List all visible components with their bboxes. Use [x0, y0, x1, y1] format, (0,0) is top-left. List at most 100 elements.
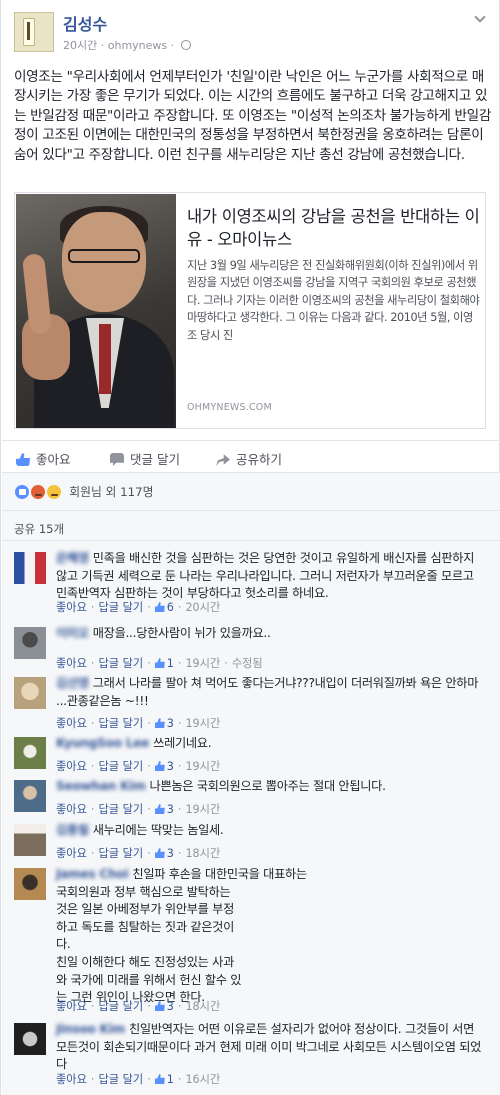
comment-like-count[interactable]: 3	[167, 803, 174, 816]
comment-text: 나쁜놈은 국회의원으로 뽑아주는 절대 안됩니다.	[149, 779, 386, 793]
comment-actions: 좋아요 · 답글 달기 · 3 · 18시간	[56, 847, 221, 860]
comment-like-link[interactable]: 좋아요	[56, 760, 87, 773]
comment-text: 새누리에는 딱맞는 놈일세.	[92, 823, 224, 837]
comment-like-count[interactable]: 1	[167, 657, 174, 670]
comment-like-link[interactable]: 좋아요	[56, 803, 87, 816]
comment-time[interactable]: 18시간	[185, 1000, 220, 1013]
comment-like-count[interactable]: 3	[167, 760, 174, 773]
commenter-avatar[interactable]	[14, 1023, 46, 1055]
commenter-name[interactable]: 이미오	[56, 626, 89, 640]
comment-time[interactable]: 19시간	[185, 760, 220, 773]
comment-time[interactable]: 19시간	[185, 657, 220, 670]
edited-label[interactable]: 수정됨	[232, 657, 263, 670]
comment-time[interactable]: 20시간	[185, 601, 220, 614]
link-description: 지난 3월 9일 새누리당은 전 진실화해위원회(이하 진실위)에서 위원장을 …	[187, 259, 480, 342]
commenter-avatar[interactable]	[14, 780, 46, 812]
commenter-name[interactable]: Jinsoo Kim	[56, 1022, 125, 1036]
comment-like-count[interactable]: 3	[167, 717, 174, 730]
comment-text: 그래서 나라를 팔아 쳐 먹어도 좋다는거냐???내입이 더러워질까봐 욕은 안…	[56, 676, 479, 708]
comment-body: 이미오 매장을...당한사람이 뉘가 있을까요..	[56, 625, 488, 643]
post-source[interactable]: ohmynews	[108, 39, 167, 52]
comment-body: 김종필 새누리에는 딱맞는 놈일세.	[56, 822, 488, 840]
comment-like-link[interactable]: 좋아요	[56, 1073, 87, 1086]
comment-time[interactable]: 19시간	[185, 717, 220, 730]
commenter-name[interactable]: KyungSoo Lee	[56, 736, 149, 750]
chevron-down-icon[interactable]	[474, 13, 485, 24]
comment-like-count[interactable]: 3	[167, 1000, 174, 1013]
sad-reaction-icon	[45, 484, 62, 500]
comment-button[interactable]: 댓글 달기	[110, 449, 180, 468]
post-meta: 20시간 · ohmynews ·	[63, 37, 191, 53]
comment-reply-link[interactable]: 답글 달기	[98, 803, 143, 816]
comment-reply-link[interactable]: 답글 달기	[98, 657, 143, 670]
comment-actions: 좋아요 · 답글 달기 · 3 · 18시간	[56, 1000, 221, 1013]
comment-reply-link[interactable]: 답글 달기	[98, 1073, 143, 1086]
thumbs-up-icon	[154, 602, 165, 612]
commenter-avatar[interactable]	[14, 552, 46, 584]
commenter-avatar[interactable]	[14, 627, 46, 659]
comment-actions: 좋아요 · 답글 달기 · 1 · 19시간 · 수정됨	[56, 657, 263, 670]
comment-reply-link[interactable]: 답글 달기	[98, 601, 143, 614]
comment-reply-link[interactable]: 답글 달기	[98, 717, 143, 730]
comment-time[interactable]: 16시간	[185, 1073, 220, 1086]
thumbs-up-icon	[154, 1001, 165, 1011]
comment-like-link[interactable]: 좋아요	[56, 1000, 87, 1013]
like-reaction-icon	[14, 484, 30, 500]
share-button[interactable]: 공유하기	[216, 449, 282, 468]
thumbs-up-icon	[154, 848, 165, 858]
comment-text: 민족을 배신한 것을 심판하는 것은 당연한 것이고 유일하게 배신자를 심판하…	[56, 551, 475, 601]
commenter-avatar[interactable]	[14, 737, 46, 769]
like-button[interactable]: 좋아요	[16, 449, 71, 468]
thumbs-up-icon	[16, 453, 30, 466]
link-title[interactable]: 내가 이영조씨의 강남을 공천을 반대하는 이유 - 오마이뉴스	[187, 205, 482, 251]
link-preview-card[interactable]: 내가 이영조씨의 강남을 공천을 반대하는 이유 - 오마이뉴스 지난 3월 9…	[14, 192, 486, 429]
commenter-name[interactable]: 김선영	[56, 676, 89, 690]
comment-like-link[interactable]: 좋아요	[56, 717, 87, 730]
comment-text: 친일파 후손을 대한민국을 대표하는 국회의원과 정부 핵심으로 발탁하는 것은…	[56, 867, 307, 1005]
author-name[interactable]: 김성수	[63, 11, 107, 35]
globe-icon	[180, 40, 191, 50]
comment-reply-link[interactable]: 답글 달기	[98, 760, 143, 773]
comment-body: Seowhan Kim 나쁜놈은 국회의원으로 뽑아주는 절대 안됩니다.	[56, 778, 488, 796]
comment-time[interactable]: 18시간	[185, 847, 220, 860]
comment-actions: 좋아요 · 답글 달기 · 3 · 19시간	[56, 803, 221, 816]
commenter-name[interactable]: 은혜영	[56, 551, 89, 565]
comment-reply-link[interactable]: 답글 달기	[98, 1000, 143, 1013]
link-thumbnail[interactable]	[16, 194, 176, 428]
comment-body: 김선영 그래서 나라를 팔아 쳐 먹어도 좋다는거냐???내입이 더러워질까봐 욕…	[56, 675, 488, 710]
commenter-avatar[interactable]	[14, 677, 46, 709]
reactions-summary[interactable]: 회원님 외 117명	[14, 483, 154, 503]
comment-like-link[interactable]: 좋아요	[56, 657, 87, 670]
reactions-count[interactable]: 회원님 외 117명	[69, 485, 153, 499]
comment-time[interactable]: 19시간	[185, 803, 220, 816]
comment-body: 은혜영 민족을 배신한 것을 심판하는 것은 당연한 것이고 유일하게 배신자를 …	[56, 550, 488, 603]
post-time[interactable]: 20시간	[63, 39, 97, 52]
comment-reply-link[interactable]: 답글 달기	[98, 847, 143, 860]
comment-actions: 좋아요 · 답글 달기 · 3 · 19시간	[56, 717, 221, 730]
commenter-name[interactable]: 김종필	[56, 823, 89, 837]
post-action-bar: 좋아요 댓글 달기 공유하기	[2, 440, 500, 472]
comment-body: Jinsoo Kim 친일반역자는 어떤 이유로든 설자리가 없어야 정상이다. …	[56, 1021, 488, 1074]
comment-actions: 좋아요 · 답글 달기 · 6 · 20시간	[56, 601, 221, 614]
comment-like-count[interactable]: 6	[167, 601, 174, 614]
comment-like-link[interactable]: 좋아요	[56, 847, 87, 860]
commenter-name[interactable]: Seowhan Kim	[56, 779, 146, 793]
comment-body: KyungSoo Lee 쓰레기네요.	[56, 735, 488, 753]
author-avatar[interactable]	[14, 12, 54, 52]
thumbs-up-icon	[154, 804, 165, 814]
feedback-section: 회원님 외 117명 공유 15개 은혜영 민족을 배신한 것을 심판하는 것은 …	[2, 472, 500, 1095]
commenter-name[interactable]: James Choi	[56, 867, 129, 881]
thumbs-up-icon	[154, 1074, 165, 1084]
share-arrow-icon	[216, 454, 230, 466]
comment-like-count[interactable]: 1	[167, 1073, 174, 1086]
commenter-avatar[interactable]	[14, 824, 46, 856]
share-count[interactable]: 공유 15개	[2, 510, 500, 541]
comment-icon	[110, 453, 124, 466]
comment-like-link[interactable]: 좋아요	[56, 601, 87, 614]
comment-like-count[interactable]: 3	[167, 847, 174, 860]
post-text: 이영조는 "우리사회에서 언제부터인가 '친일'이란 낙인은 어느 누군가를 사…	[14, 69, 491, 163]
comment-actions: 좋아요 · 답글 달기 · 3 · 19시간	[56, 760, 221, 773]
commenter-avatar[interactable]	[14, 868, 46, 900]
thumbs-up-icon	[154, 761, 165, 771]
thumbs-up-icon	[154, 718, 165, 728]
